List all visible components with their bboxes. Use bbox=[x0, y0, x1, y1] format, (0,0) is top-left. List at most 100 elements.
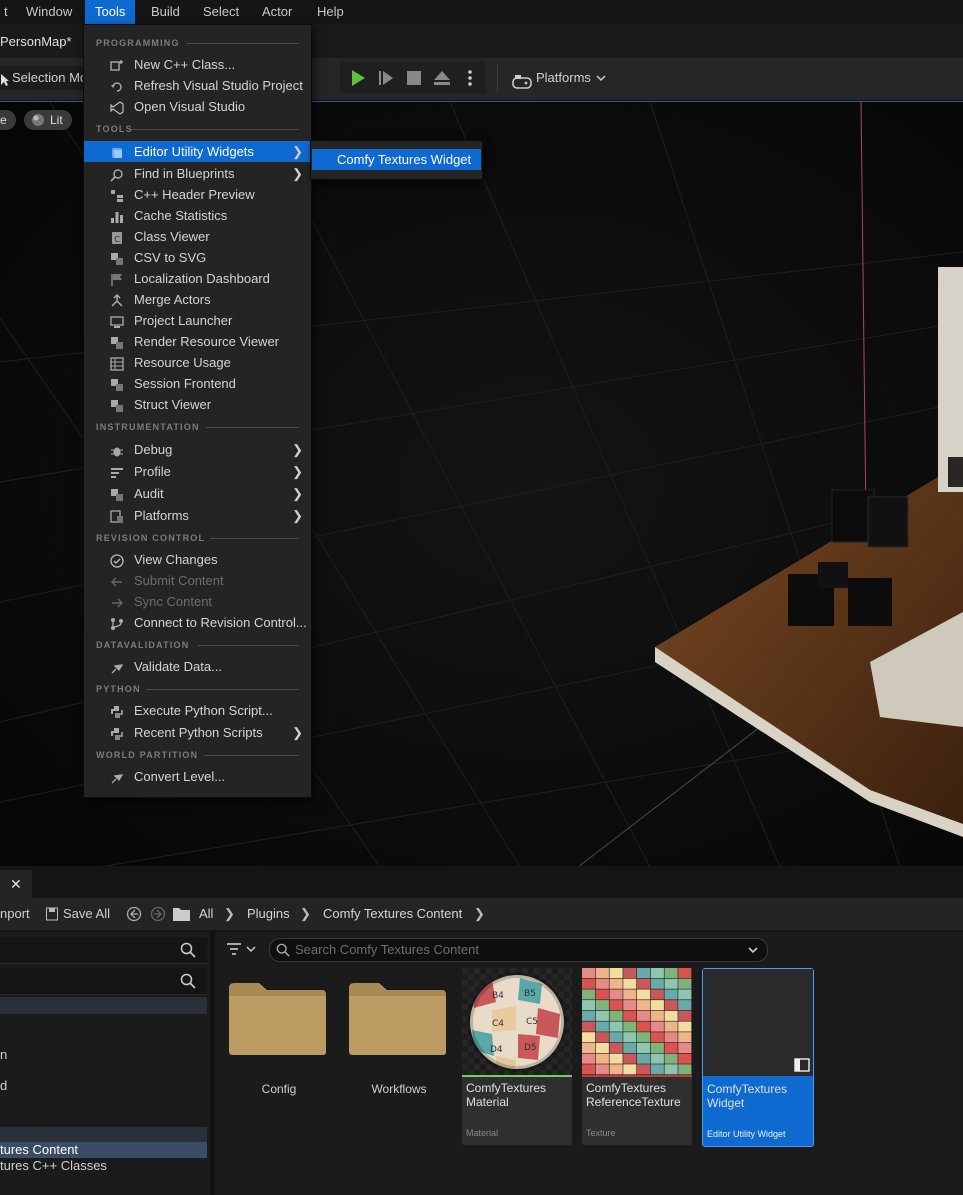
menu-item-new-cpp-class[interactable]: New C++ Class... bbox=[84, 54, 311, 75]
play-button[interactable] bbox=[344, 62, 372, 94]
menu-item-sync-content[interactable]: Sync Content bbox=[84, 591, 311, 612]
menu-item-debug[interactable]: Debug ❯ bbox=[84, 439, 311, 460]
play-icon bbox=[352, 70, 365, 86]
texture-grid-cell bbox=[664, 1000, 678, 1011]
content-browser-tab[interactable]: ✕ bbox=[0, 870, 32, 898]
svg-text:C4: C4 bbox=[492, 1019, 504, 1029]
history-back-icon[interactable] bbox=[126, 906, 142, 925]
material-thumbnail: B4 B5 C4 C5 D4 D5 bbox=[462, 968, 572, 1075]
menu-item-execute-python-script[interactable]: Execute Python Script... bbox=[84, 700, 311, 721]
sources-search[interactable] bbox=[0, 968, 207, 995]
menu-item-profile[interactable]: Profile ❯ bbox=[84, 461, 311, 482]
menu-window[interactable]: Window bbox=[16, 0, 82, 24]
texture-grid-cell bbox=[650, 1042, 664, 1053]
menu-item-cpp-header-preview[interactable]: C++ Header Preview bbox=[84, 184, 311, 205]
tree-item[interactable]: d bbox=[0, 1078, 207, 1094]
folder-label: Workflows bbox=[371, 1082, 427, 1096]
play-options-button[interactable] bbox=[456, 62, 484, 94]
import-button[interactable]: nport bbox=[0, 898, 30, 930]
tree-item[interactable]: n bbox=[0, 1047, 207, 1063]
texture-grid-cell bbox=[582, 1032, 596, 1043]
menu-item-view-changes[interactable]: View Changes bbox=[84, 549, 311, 570]
favorites-search[interactable] bbox=[0, 937, 207, 964]
asset-comfytextures-widget[interactable]: ComfyTextures Widget Editor Utility Widge… bbox=[702, 968, 814, 1147]
breadcrumb-comfy-textures-content[interactable]: Comfy Textures Content bbox=[323, 898, 462, 930]
profile-icon bbox=[110, 465, 124, 479]
menu-help[interactable]: Help bbox=[307, 0, 354, 24]
folder-workflows[interactable] bbox=[349, 982, 447, 1056]
close-icon[interactable]: ✕ bbox=[10, 876, 22, 893]
menu-item-resource-usage[interactable]: Resource Usage bbox=[84, 352, 311, 373]
menu-item-class-viewer[interactable]: C Class Viewer bbox=[84, 226, 311, 247]
convert-icon bbox=[110, 770, 124, 784]
texture-grid-cell bbox=[623, 1010, 637, 1021]
texture-grid-cell bbox=[650, 1032, 664, 1043]
bug-icon bbox=[110, 443, 124, 457]
breadcrumb-plugins[interactable]: Plugins bbox=[247, 898, 290, 930]
menu-tools[interactable]: Tools bbox=[85, 0, 136, 24]
menu-item-platforms[interactable]: Platforms ❯ bbox=[84, 505, 311, 526]
chevron-right-icon: ❯ bbox=[300, 906, 311, 921]
selection-mode-button[interactable]: Selection Mo bbox=[0, 66, 87, 90]
asset-comfytextures-material[interactable]: B4 B5 C4 C5 D4 D5 ComfyTextures Material … bbox=[462, 968, 572, 1145]
menu-item-audit[interactable]: Audit ❯ bbox=[84, 483, 311, 504]
chevron-down-icon[interactable] bbox=[748, 939, 758, 961]
save-all-button[interactable]: Save All bbox=[63, 898, 110, 930]
folder-config[interactable] bbox=[229, 982, 327, 1056]
advance-frame-button[interactable] bbox=[372, 62, 400, 94]
lit-mode-button[interactable]: Lit bbox=[24, 110, 72, 130]
menu-item-session-frontend[interactable]: Session Frontend bbox=[84, 373, 311, 394]
texture-grid-cell bbox=[678, 968, 692, 979]
launcher-icon bbox=[110, 314, 124, 328]
eject-button[interactable] bbox=[428, 62, 456, 94]
platforms-icon bbox=[110, 509, 124, 523]
menu-item-find-in-blueprints[interactable]: Find in Blueprints ❯ bbox=[84, 163, 311, 184]
menu-item-validate-data[interactable]: Validate Data... bbox=[84, 656, 311, 677]
svg-text:C5: C5 bbox=[526, 1017, 538, 1027]
branch-icon bbox=[110, 616, 124, 630]
menu-item-render-resource-viewer[interactable]: Render Resource Viewer bbox=[84, 331, 311, 352]
menu-item-open-visual-studio[interactable]: Open Visual Studio bbox=[84, 96, 311, 117]
texture-grid-cell bbox=[650, 1053, 664, 1064]
history-forward-icon[interactable] bbox=[150, 906, 166, 925]
widget-thumbnail bbox=[703, 969, 813, 1076]
level-tab[interactable]: PersonMap* bbox=[0, 28, 72, 56]
menu-item-comfy-textures-widget[interactable]: Comfy Textures Widget bbox=[312, 149, 481, 170]
menu-build[interactable]: Build bbox=[141, 0, 190, 24]
texture-grid-cell bbox=[637, 1000, 651, 1011]
texture-grid-cell bbox=[623, 1042, 637, 1053]
texture-grid-cell bbox=[595, 1021, 609, 1032]
texture-grid-cell bbox=[637, 1010, 651, 1021]
texture-grid-cell bbox=[582, 968, 596, 979]
menu-item-convert-level[interactable]: Convert Level... bbox=[84, 766, 311, 787]
menu-item-recent-python-scripts[interactable]: Recent Python Scripts ❯ bbox=[84, 722, 311, 743]
tree-item-comfy-textures-content[interactable]: tures Content bbox=[0, 1142, 207, 1158]
menu-item-refresh-vs-project[interactable]: Refresh Visual Studio Project bbox=[84, 75, 311, 96]
menu-item-project-launcher[interactable]: Project Launcher bbox=[84, 310, 311, 331]
tree-item-comfy-textures-cpp-classes[interactable]: tures C++ Classes bbox=[0, 1158, 207, 1174]
asset-type-bar bbox=[462, 1075, 572, 1077]
menu-item-csv-to-svg[interactable]: CSV to SVG bbox=[84, 247, 311, 268]
menu-select[interactable]: Select bbox=[193, 0, 249, 24]
menu-item-localization-dashboard[interactable]: Localization Dashboard bbox=[84, 268, 311, 289]
folder-label: Config bbox=[261, 1082, 297, 1096]
menu-item-struct-viewer[interactable]: Struct Viewer bbox=[84, 394, 311, 415]
asset-comfytextures-referencetexture[interactable]: ComfyTextures ReferenceTexture Texture bbox=[582, 968, 692, 1145]
texture-grid-cell bbox=[650, 989, 664, 1000]
menu-actor[interactable]: Actor bbox=[252, 0, 302, 24]
menu-item-merge-actors[interactable]: Merge Actors bbox=[84, 289, 311, 310]
menu-edit[interactable]: t bbox=[0, 0, 18, 24]
menu-item-submit-content[interactable]: Submit Content bbox=[84, 570, 311, 591]
python-icon bbox=[110, 704, 124, 718]
filter-icon[interactable] bbox=[226, 942, 258, 961]
breadcrumb-all[interactable]: All bbox=[199, 898, 213, 930]
menu-item-connect-revision-control[interactable]: Connect to Revision Control... bbox=[84, 612, 311, 633]
gamepad-icon bbox=[512, 70, 532, 89]
asset-name: ComfyTextures ReferenceTexture bbox=[586, 1081, 681, 1109]
texture-grid-cell bbox=[664, 1032, 678, 1043]
asset-search-input[interactable]: Search Comfy Textures Content bbox=[269, 938, 768, 962]
menu-item-editor-utility-widgets[interactable]: Editor Utility Widgets ❯ bbox=[84, 141, 311, 162]
menu-item-cache-statistics[interactable]: Cache Statistics bbox=[84, 205, 311, 226]
stop-button[interactable] bbox=[400, 62, 428, 94]
eject-icon bbox=[434, 71, 450, 85]
